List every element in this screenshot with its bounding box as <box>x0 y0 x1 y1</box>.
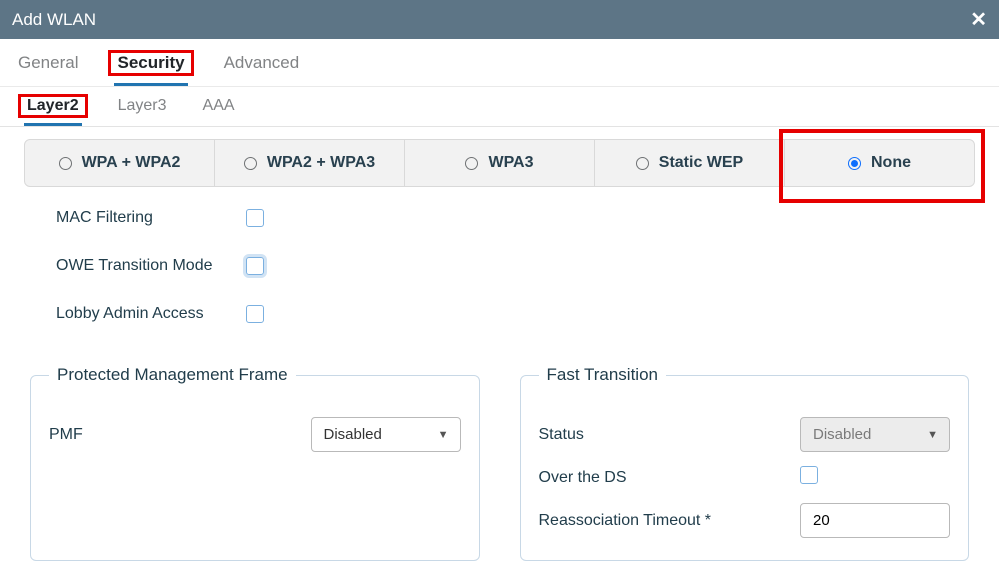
row-owe-transition: OWE Transition Mode <box>56 257 959 275</box>
pmf-label: PMF <box>49 426 311 444</box>
subtab-layer2[interactable]: Layer2 <box>24 97 82 126</box>
radio-icon <box>465 157 478 170</box>
radio-icon <box>59 157 72 170</box>
highlight-layer2: Layer2 <box>18 94 88 118</box>
highlight-security: Security <box>108 50 193 76</box>
owe-transition-checkbox[interactable] <box>246 257 264 275</box>
row-mac-filtering: MAC Filtering <box>56 209 959 227</box>
pmf-legend: Protected Management Frame <box>49 365 296 385</box>
pmf-row: PMF ▼ <box>49 417 461 452</box>
mode-label: WPA2 + WPA3 <box>267 154 375 172</box>
mode-label: WPA + WPA2 <box>82 154 181 172</box>
ft-status-row: Status ▼ <box>539 417 951 452</box>
checkbox-group: MAC Filtering OWE Transition Mode Lobby … <box>0 187 999 365</box>
close-icon[interactable]: ✕ <box>970 7 987 32</box>
ft-over-ds-checkbox[interactable] <box>800 466 818 484</box>
ft-status-select[interactable] <box>800 417 950 452</box>
ft-over-ds-label: Over the DS <box>539 469 801 487</box>
owe-transition-label: OWE Transition Mode <box>56 257 246 275</box>
fieldset-row: Protected Management Frame PMF ▼ Fast Tr… <box>0 365 999 561</box>
subtab-layer3[interactable]: Layer3 <box>118 97 167 126</box>
security-mode-group: WPA + WPA2 WPA2 + WPA3 WPA3 Static WEP N… <box>0 127 999 187</box>
ft-reassoc-row: Reassociation Timeout * <box>539 503 951 538</box>
segmented-control: WPA + WPA2 WPA2 + WPA3 WPA3 Static WEP N… <box>24 139 975 187</box>
main-tabs: General Security Advanced <box>0 39 999 87</box>
ft-status-select-wrap: ▼ <box>800 417 950 452</box>
tab-general[interactable]: General <box>18 53 78 86</box>
mode-wpa2-wpa3[interactable]: WPA2 + WPA3 <box>215 140 405 186</box>
tab-security[interactable]: Security <box>114 53 187 86</box>
pmf-select[interactable] <box>311 417 461 452</box>
mode-label: None <box>871 154 911 172</box>
mode-none[interactable]: None <box>785 140 974 186</box>
radio-icon <box>244 157 257 170</box>
tab-advanced[interactable]: Advanced <box>224 53 300 86</box>
pmf-fieldset: Protected Management Frame PMF ▼ <box>30 365 480 561</box>
mode-label: Static WEP <box>659 154 743 172</box>
radio-icon <box>848 157 861 170</box>
mode-static-wep[interactable]: Static WEP <box>595 140 785 186</box>
subtab-aaa[interactable]: AAA <box>203 97 235 126</box>
sub-tabs: Layer2 Layer3 AAA <box>0 87 999 127</box>
ft-legend: Fast Transition <box>539 365 667 385</box>
mode-wpa3[interactable]: WPA3 <box>405 140 595 186</box>
lobby-admin-label: Lobby Admin Access <box>56 305 246 323</box>
mac-filtering-label: MAC Filtering <box>56 209 246 227</box>
ft-fieldset: Fast Transition Status ▼ Over the DS Rea… <box>520 365 970 561</box>
ft-reassoc-input[interactable] <box>800 503 950 538</box>
ft-over-ds-row: Over the DS <box>539 466 951 489</box>
mode-wpa-wpa2[interactable]: WPA + WPA2 <box>25 140 215 186</box>
row-lobby-admin: Lobby Admin Access <box>56 305 959 323</box>
mac-filtering-checkbox[interactable] <box>246 209 264 227</box>
mode-label: WPA3 <box>488 154 533 172</box>
lobby-admin-checkbox[interactable] <box>246 305 264 323</box>
modal-header: Add WLAN ✕ <box>0 0 999 39</box>
ft-reassoc-label: Reassociation Timeout * <box>539 512 801 530</box>
pmf-select-wrap: ▼ <box>311 417 461 452</box>
radio-icon <box>636 157 649 170</box>
ft-status-label: Status <box>539 426 801 444</box>
modal-title: Add WLAN <box>12 10 970 30</box>
